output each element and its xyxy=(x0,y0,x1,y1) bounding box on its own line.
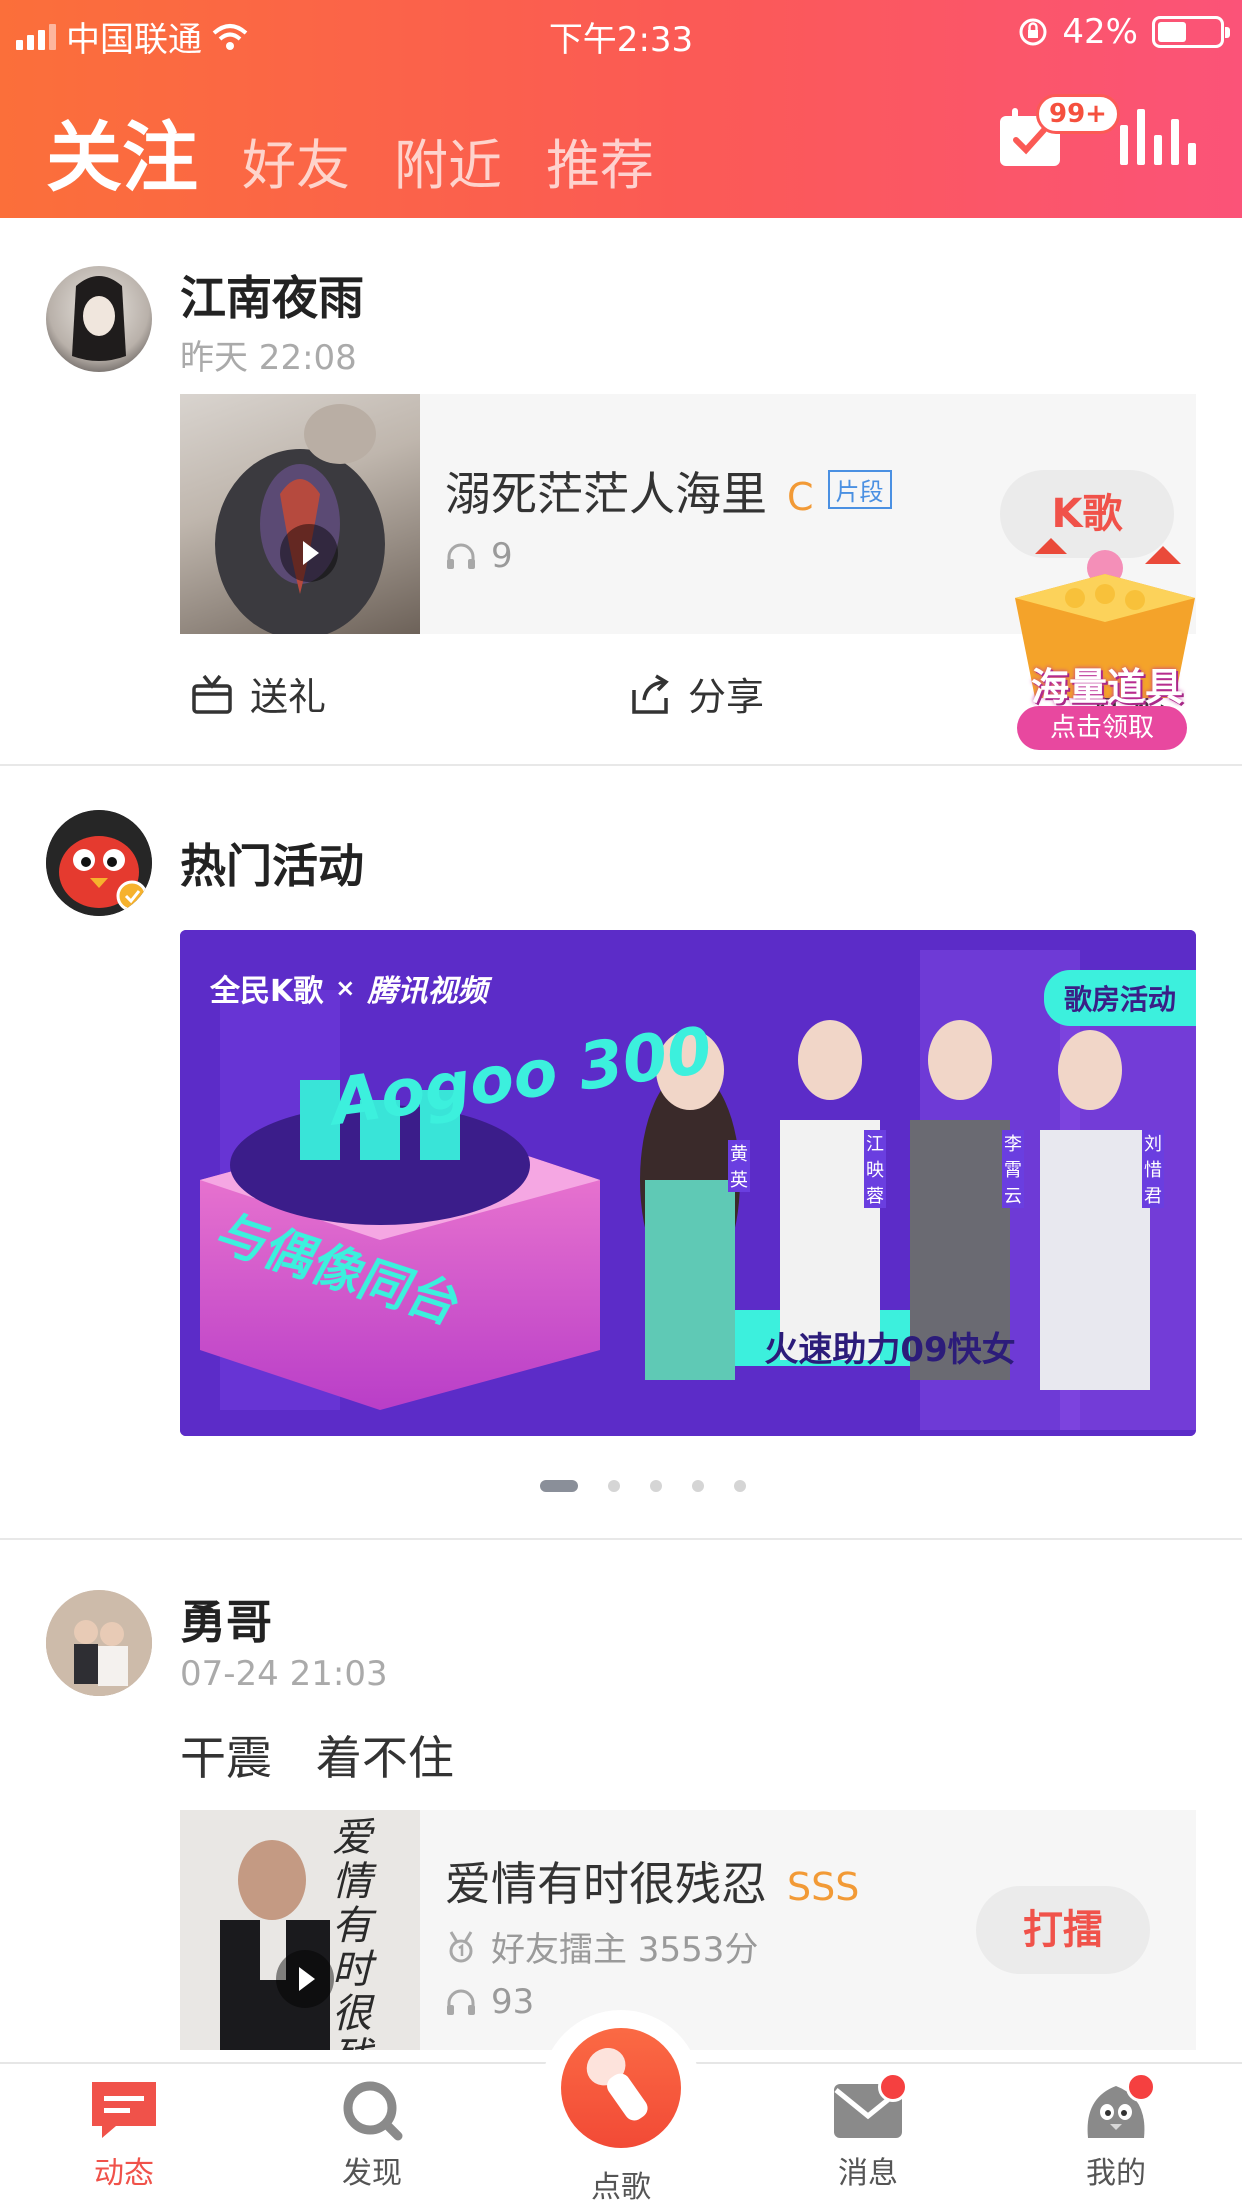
avatar-photo xyxy=(46,1590,152,1696)
tab-nearby[interactable]: 附近 xyxy=(394,121,502,200)
events-title[interactable]: 热门活动 xyxy=(180,830,364,896)
status-bar: 中国联通 下午2:33 42% xyxy=(0,10,1242,60)
post-text: 干震 着不住 xyxy=(180,1731,454,1785)
messages-unread-dot xyxy=(878,2072,908,2102)
idol-name-1: 黄英 xyxy=(728,1140,750,1192)
song-title: 溺死茫茫人海里 xyxy=(445,467,767,521)
song-card[interactable]: 爱情有时很残忍 爱情有时很残忍 SSS 好友擂主 3553分 93 打擂 xyxy=(180,1810,1196,2050)
carousel-dot[interactable] xyxy=(650,1480,662,1492)
carousel-dot[interactable] xyxy=(540,1480,578,1492)
user-avatar[interactable] xyxy=(46,1590,152,1696)
feed-tabs: 关注 好友 附近 推荐 xyxy=(46,96,654,206)
tencent-video-logo: 腾讯视频 xyxy=(367,974,488,1009)
tab-messages[interactable]: 消息 xyxy=(798,2072,938,2192)
tab-recommend[interactable]: 推荐 xyxy=(546,121,654,200)
share-label: 分享 xyxy=(688,675,765,719)
divider xyxy=(0,1538,1242,1540)
carousel-dot[interactable] xyxy=(608,1480,620,1492)
song-grade: SSS xyxy=(787,1865,860,1909)
tab-friends[interactable]: 好友 xyxy=(242,121,350,200)
listen-count: 9 xyxy=(491,536,513,576)
song-title-line: 溺死茫茫人海里 C 片段 xyxy=(445,458,892,524)
rotation-lock-icon xyxy=(1019,18,1047,46)
banner-corner-tag: 歌房活动 xyxy=(1043,970,1196,1026)
events-avatar[interactable] xyxy=(46,810,152,916)
headphones-icon xyxy=(447,1989,475,2015)
promo-claim-button[interactable]: 点击领取 xyxy=(1017,706,1187,750)
search-icon xyxy=(336,2078,408,2142)
brand-separator: × xyxy=(335,974,356,1002)
task-calendar-button[interactable]: 99+ xyxy=(998,94,1120,168)
carousel-dot[interactable] xyxy=(734,1480,746,1492)
gift-button[interactable]: 送礼 xyxy=(190,666,326,721)
tab-feed-label: 动态 xyxy=(94,2156,154,2191)
penguin-mascot-icon xyxy=(46,810,152,916)
promo-floating-widget[interactable]: 海量道具 点击领取 xyxy=(1005,538,1205,758)
tab-discover-label: 发现 xyxy=(342,2156,402,2191)
promo-title: 海量道具 xyxy=(1030,665,1183,709)
post-time: 07-24 21:03 xyxy=(180,1654,388,1694)
divider xyxy=(0,764,1242,766)
host-row: 好友擂主 3553分 xyxy=(445,1922,758,1971)
idol-name-2: 江映蓉 xyxy=(864,1130,886,1208)
share-icon xyxy=(632,673,669,714)
post-time: 昨天 22:08 xyxy=(180,338,357,378)
user-avatar[interactable] xyxy=(46,266,152,372)
medal-icon xyxy=(449,1930,473,1962)
tab-feed[interactable]: 动态 xyxy=(54,2078,194,2192)
penguin-icon xyxy=(1080,2072,1156,2142)
song-grade: C xyxy=(787,475,814,519)
activity-banner[interactable]: 全民K歌 × 腾讯视频 歌房活动 Aogoo 300 与偶像同台 黄英 江映蓉 … xyxy=(180,930,1196,1436)
tab-profile-label: 我的 xyxy=(1086,2156,1146,2191)
thumbnail-calligraphy: 爱情有时很残忍 xyxy=(332,1815,372,2050)
post-username[interactable]: 勇哥 xyxy=(180,1586,272,1652)
share-button[interactable]: 分享 xyxy=(628,666,764,721)
song-thumbnail[interactable] xyxy=(180,394,420,634)
clip-tag: 片段 xyxy=(827,470,892,509)
play-icon[interactable] xyxy=(280,524,338,582)
header-bar: 中国联通 下午2:33 42% 关注 好友 附近 推荐 99+ xyxy=(0,0,1242,218)
mail-icon xyxy=(832,2072,908,2142)
quanmin-k-logo: 全民K歌 xyxy=(210,974,324,1009)
banner-brands: 全民K歌 × 腾讯视频 xyxy=(210,966,487,1010)
post-username[interactable]: 江南夜雨 xyxy=(180,262,364,328)
profile-unread-dot xyxy=(1126,2072,1156,2102)
gift-label: 送礼 xyxy=(250,675,327,719)
challenge-button[interactable]: 打擂 xyxy=(976,1886,1150,1974)
gift-icon xyxy=(192,674,232,714)
battery-icon xyxy=(1152,16,1230,48)
carousel-dot[interactable] xyxy=(692,1480,704,1492)
song-request-button[interactable] xyxy=(541,2010,701,2170)
tab-messages-label: 消息 xyxy=(838,2156,898,2191)
tab-song-request-label: 点歌 xyxy=(591,2170,651,2205)
listen-count-row: 9 xyxy=(445,536,513,576)
song-thumbnail[interactable]: 爱情有时很残忍 xyxy=(180,1810,420,2050)
task-badge: 99+ xyxy=(1036,94,1120,134)
carousel-indicator xyxy=(0,1480,1242,1492)
banner-cta: 火速助力09快女 xyxy=(764,1330,1016,1370)
avatar-illustration xyxy=(72,276,126,361)
tab-profile[interactable]: 我的 xyxy=(1046,2072,1186,2192)
listen-count: 93 xyxy=(491,1982,535,2022)
thumbnail-art xyxy=(215,404,385,634)
listen-count-row: 93 xyxy=(445,1982,534,2022)
song-title: 爱情有时很残忍 xyxy=(445,1857,767,1911)
microphone-icon xyxy=(561,2028,681,2148)
tab-follow[interactable]: 关注 xyxy=(46,96,198,206)
feed-icon xyxy=(88,2078,160,2142)
idol-name-4: 刘惜君 xyxy=(1142,1130,1164,1208)
headphones-icon xyxy=(447,543,475,569)
battery-percent: 42% xyxy=(1062,12,1138,52)
leaderboard-icon[interactable] xyxy=(1120,109,1196,165)
idol-name-3: 李霄云 xyxy=(1002,1130,1024,1208)
song-title-line: 爱情有时很残忍 SSS xyxy=(445,1848,859,1914)
tab-discover[interactable]: 发现 xyxy=(302,2078,442,2192)
host-score: 好友擂主 3553分 xyxy=(491,1930,759,1970)
play-icon[interactable] xyxy=(276,1950,334,2008)
